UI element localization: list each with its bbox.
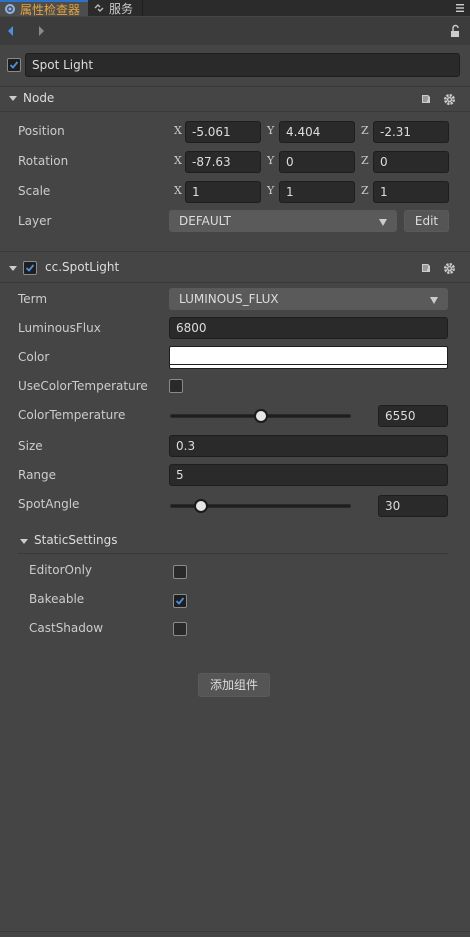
forward-arrow-icon[interactable] [34, 24, 48, 38]
collapse-arrow-icon[interactable] [20, 539, 28, 544]
scale-z-input[interactable]: 1 [373, 181, 449, 203]
position-z-input[interactable]: -2.31 [373, 121, 449, 143]
layer-label: Layer [18, 214, 52, 228]
gear-icon [3, 2, 17, 16]
bakeable-label: Bakeable [29, 592, 85, 606]
caret-down-icon [379, 219, 387, 226]
add-component-button[interactable]: 添加组件 [198, 673, 270, 697]
luminous-flux-label: LuminousFlux [18, 321, 101, 335]
divider [0, 282, 470, 283]
axis-y-label: Y [267, 184, 275, 197]
spot-angle-input[interactable]: 30 [378, 495, 448, 517]
scale-y-input[interactable]: 1 [279, 181, 355, 203]
collapse-arrow-icon[interactable] [9, 266, 17, 271]
axis-y-label: Y [267, 124, 275, 137]
tab-label: 属性检查器 [20, 2, 81, 17]
range-label: Range [18, 468, 57, 482]
spotlight-enabled-checkbox[interactable] [23, 261, 37, 275]
axis-z-label: Z [361, 124, 369, 137]
nav-row [0, 17, 470, 45]
menu-icon[interactable] [456, 0, 464, 16]
rotation-y-input[interactable]: 0 [279, 151, 355, 173]
tab-label: 服务 [109, 1, 134, 16]
divider [0, 251, 470, 252]
help-book-icon[interactable] [419, 92, 433, 106]
spot-angle-slider-thumb[interactable] [193, 499, 208, 513]
help-book-icon[interactable] [419, 261, 433, 275]
editor-only-label: EditorOnly [29, 563, 92, 577]
divider [0, 931, 470, 932]
divider [0, 86, 470, 87]
scale-x-input[interactable]: 1 [185, 181, 261, 203]
link-icon [92, 1, 106, 15]
spot-angle-label: SpotAngle [18, 497, 80, 511]
node-active-checkbox[interactable] [7, 58, 21, 72]
size-input[interactable]: 0.3 [169, 435, 448, 457]
alpha-bar [170, 364, 447, 366]
layer-select[interactable]: DEFAULT [169, 210, 397, 232]
editor-only-checkbox[interactable] [173, 565, 187, 579]
use-color-temperature-checkbox[interactable] [169, 379, 183, 393]
collapse-arrow-icon[interactable] [9, 96, 17, 101]
position-x-input[interactable]: -5.061 [185, 121, 261, 143]
range-input[interactable]: 5 [169, 464, 448, 486]
axis-x-label: X [174, 154, 182, 167]
layer-value: DEFAULT [179, 214, 231, 228]
color-temperature-slider-thumb[interactable] [253, 409, 268, 423]
node-section-title: Node [23, 91, 55, 105]
term-label: Term [18, 292, 48, 306]
rotation-label: Rotation [18, 154, 69, 168]
color-temperature-input[interactable]: 6550 [378, 405, 448, 427]
color-label: Color [18, 350, 50, 364]
rotation-z-input[interactable]: 0 [373, 151, 449, 173]
axis-x-label: X [174, 124, 182, 137]
divider [0, 111, 470, 112]
settings-gear-icon[interactable] [442, 92, 456, 106]
tab-bar: 属性检查器 服务 [0, 0, 470, 17]
caret-down-icon [430, 297, 438, 304]
spotlight-section-title: cc.SpotLight [45, 260, 120, 274]
axis-y-label: Y [267, 154, 275, 167]
settings-gear-icon[interactable] [442, 261, 456, 275]
scale-label: Scale [18, 184, 51, 198]
layer-edit-button[interactable]: Edit [404, 210, 449, 232]
size-label: Size [18, 439, 43, 453]
use-color-temperature-label: UseColorTemperature [18, 379, 148, 393]
axis-x-label: X [174, 184, 182, 197]
position-y-input[interactable]: 4.404 [279, 121, 355, 143]
divider [18, 553, 449, 554]
luminous-flux-input[interactable]: 6800 [169, 317, 448, 339]
back-arrow-icon[interactable] [4, 24, 18, 38]
bakeable-checkbox[interactable] [173, 594, 187, 608]
term-select[interactable]: LUMINOUS_FLUX [169, 288, 448, 310]
lock-icon[interactable] [448, 24, 462, 38]
rotation-x-input[interactable]: -87.63 [185, 151, 261, 173]
term-value: LUMINOUS_FLUX [179, 292, 279, 306]
cast-shadow-checkbox[interactable] [173, 622, 187, 636]
tab-inspector[interactable]: 属性检查器 [0, 0, 88, 17]
cast-shadow-label: CastShadow [29, 621, 104, 635]
color-swatch[interactable] [169, 346, 448, 369]
tab-service[interactable]: 服务 [89, 0, 143, 16]
position-label: Position [18, 124, 65, 138]
axis-z-label: Z [361, 184, 369, 197]
node-name-input[interactable]: Spot Light [25, 53, 460, 77]
color-temperature-label: ColorTemperature [18, 408, 126, 422]
static-settings-title: StaticSettings [34, 533, 118, 547]
axis-z-label: Z [361, 154, 369, 167]
